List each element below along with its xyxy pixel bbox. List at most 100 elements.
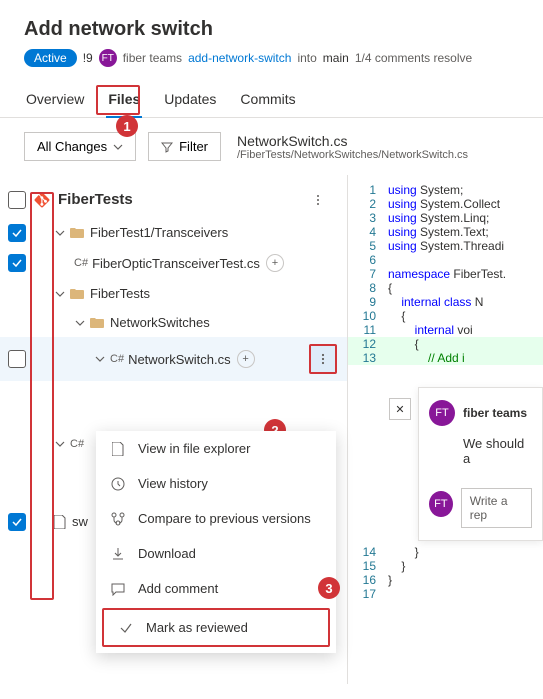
code-line: 9 internal class N [348, 295, 543, 309]
code-line: 7namespace FiberTest. [348, 267, 543, 281]
tree-folder-fibertests[interactable]: FiberTests [0, 279, 347, 308]
code-line: 10 { [348, 309, 543, 323]
callout-3: 3 [318, 577, 340, 599]
change-badge: + [237, 350, 255, 368]
filter-icon [161, 141, 173, 153]
menu-label: View in file explorer [138, 441, 250, 456]
file-title: NetworkSwitch.cs [237, 133, 468, 149]
menu-compare[interactable]: Compare to previous versions [96, 501, 336, 536]
tree-item-label: NetworkSwitch.cs [128, 352, 231, 367]
compare-icon [110, 512, 126, 526]
code-line: 8{ [348, 281, 543, 295]
check-icon [118, 621, 134, 635]
filter-label: Filter [179, 139, 208, 154]
tree-item-label: FiberTests [90, 286, 150, 301]
reply-input[interactable]: Write a rep [461, 488, 532, 528]
download-icon [110, 547, 126, 561]
folder-icon [90, 317, 104, 329]
context-menu: View in file explorer View history Compa… [96, 431, 336, 653]
code-line: 3using System.Linq; [348, 211, 543, 225]
comment-thread: ✕ FT fiber teams We should a FT Write a … [418, 387, 543, 541]
status-badge: Active [24, 49, 77, 67]
change-badge: + [266, 254, 284, 272]
file-icon [110, 442, 126, 456]
comment-icon [110, 582, 126, 596]
checkbox[interactable] [8, 254, 26, 272]
code-viewer: 1using System;2using System.Collect3usin… [348, 175, 543, 684]
menu-add-comment[interactable]: Add comment 3 [96, 571, 336, 606]
tab-commits[interactable]: Commits [238, 83, 297, 117]
code-line: 16} [348, 573, 543, 587]
code-line: 11 internal voi [348, 323, 543, 337]
avatar: FT [429, 400, 455, 426]
filter-button[interactable]: Filter [148, 132, 221, 161]
menu-label: Compare to previous versions [138, 511, 311, 526]
tree-file-transceiver-test[interactable]: C# FiberOpticTransceiverTest.cs + [0, 247, 347, 279]
menu-label: Download [138, 546, 196, 561]
menu-view-explorer[interactable]: View in file explorer [96, 431, 336, 466]
git-icon [34, 192, 50, 208]
tree-root-label: FiberTests [58, 191, 133, 208]
into-label: into [297, 51, 316, 65]
menu-label: Add comment [138, 581, 218, 596]
tree-file-networkswitch[interactable]: C# NetworkSwitch.cs + [0, 337, 347, 381]
tab-overview[interactable]: Overview [24, 83, 86, 117]
code-line: 15 } [348, 559, 543, 573]
tree-folder-transceivers[interactable]: FiberTest1/Transceivers [0, 218, 347, 247]
chevron-down-icon[interactable] [54, 289, 66, 299]
team-name: fiber teams [123, 51, 182, 65]
checkbox[interactable] [8, 224, 26, 242]
code-line: 4using System.Text; [348, 225, 543, 239]
cs-icon: C# [110, 353, 124, 365]
all-changes-label: All Changes [37, 139, 107, 154]
checkbox[interactable] [8, 350, 26, 368]
tree-item-label: NetworkSwitches [110, 315, 210, 330]
checkbox[interactable] [8, 513, 26, 531]
tree-item-label: sw [72, 514, 88, 529]
comment-author: fiber teams [463, 406, 527, 420]
all-changes-dropdown[interactable]: All Changes [24, 132, 136, 161]
chevron-down-icon[interactable] [54, 228, 66, 238]
callout-1: 1 [116, 115, 138, 137]
comment-body: We should a [463, 436, 532, 466]
source-branch[interactable]: add-network-switch [188, 51, 291, 65]
code-line: 14 } [348, 545, 543, 559]
code-line: 2using System.Collect [348, 197, 543, 211]
code-line: 12 { [348, 337, 543, 351]
code-line: 17 [348, 587, 543, 601]
more-icon[interactable] [311, 193, 333, 207]
target-branch[interactable]: main [323, 51, 349, 65]
code-line: 5using System.Threadi [348, 239, 543, 253]
chevron-down-icon[interactable] [54, 439, 66, 449]
folder-icon [70, 288, 84, 300]
pr-id: !9 [83, 51, 93, 65]
code-line: 1using System; [348, 183, 543, 197]
menu-view-history[interactable]: View history [96, 466, 336, 501]
history-icon [110, 477, 126, 491]
file-icon [54, 515, 66, 529]
more-menu-button[interactable] [309, 344, 337, 374]
code-line: 6 [348, 253, 543, 267]
tab-updates[interactable]: Updates [162, 83, 218, 117]
menu-label: View history [138, 476, 208, 491]
chevron-down-icon[interactable] [74, 318, 86, 328]
code-line: 13 // Add i [348, 351, 543, 365]
folder-icon [70, 227, 84, 239]
menu-label: Mark as reviewed [146, 620, 248, 635]
tree-folder-networkswitches[interactable]: NetworkSwitches [0, 308, 347, 337]
cs-icon: C# [70, 438, 84, 450]
checkbox-root[interactable] [8, 191, 26, 209]
tree-root[interactable]: FiberTests [0, 181, 347, 218]
menu-download[interactable]: Download [96, 536, 336, 571]
close-icon[interactable]: ✕ [389, 398, 411, 420]
chevron-down-icon [113, 142, 123, 152]
avatar: FT [99, 49, 117, 67]
comments-status: 1/4 comments resolve [355, 51, 472, 65]
tree-item-label: FiberOpticTransceiverTest.cs [92, 256, 260, 271]
cs-icon: C# [74, 257, 88, 269]
chevron-down-icon[interactable] [94, 354, 106, 364]
menu-mark-reviewed[interactable]: Mark as reviewed [102, 608, 330, 647]
avatar: FT [429, 491, 453, 517]
file-path: /FiberTests/NetworkSwitches/NetworkSwitc… [237, 149, 468, 161]
page-title: Add network switch [24, 18, 519, 41]
